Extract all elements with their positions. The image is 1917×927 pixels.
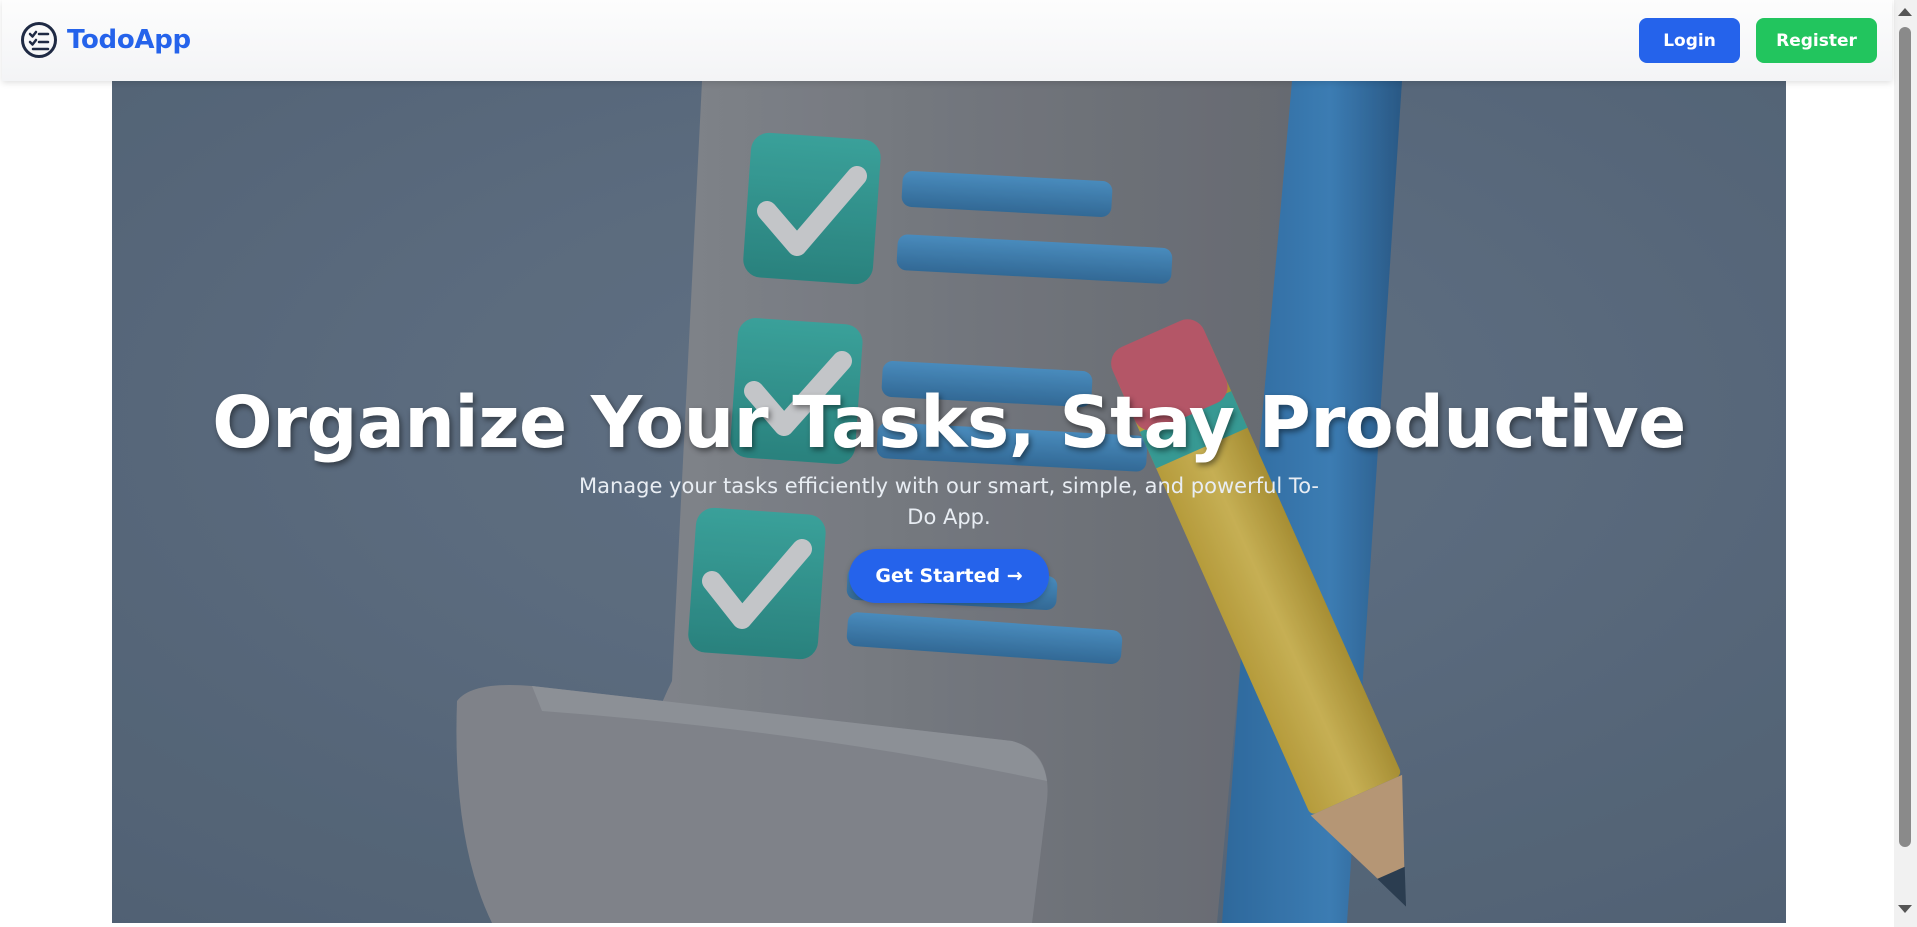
get-started-button[interactable]: Get Started → <box>849 549 1049 603</box>
login-button[interactable]: Login <box>1639 18 1740 63</box>
scroll-thumb[interactable] <box>1899 27 1911 847</box>
brand[interactable]: TodoApp <box>20 21 191 59</box>
hero-title: Organize Your Tasks, Stay Productive <box>212 381 1686 464</box>
register-button[interactable]: Register <box>1756 18 1877 63</box>
hero-section: Organize Your Tasks, Stay Productive Man… <box>112 81 1786 923</box>
checklist-icon <box>21 22 57 58</box>
scroll-up-arrow-icon[interactable] <box>1898 8 1912 16</box>
scroll-down-arrow-icon[interactable] <box>1898 905 1912 913</box>
vertical-scrollbar[interactable] <box>1894 0 1917 927</box>
hero-subtitle: Manage your tasks efficiently with our s… <box>578 474 1320 529</box>
brand-name: TodoApp <box>67 25 191 55</box>
top-navbar: TodoApp Login Register <box>2 0 1892 81</box>
